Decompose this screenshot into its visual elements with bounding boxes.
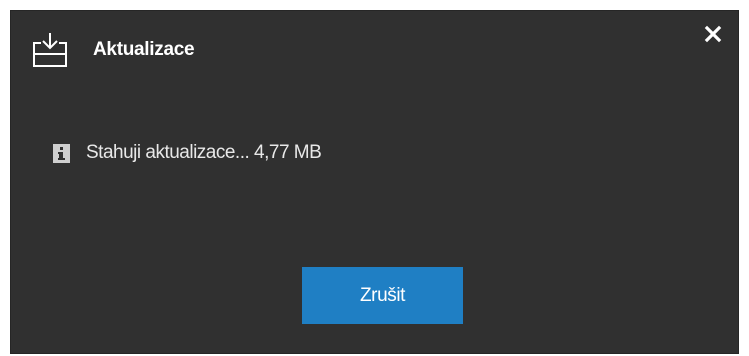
close-icon[interactable] bbox=[704, 25, 722, 43]
status-text: Stahuji aktualizace... 4,77 MB bbox=[86, 142, 322, 163]
update-dialog: Aktualizace Stahuji aktualizace... 4,77 … bbox=[10, 10, 739, 354]
download-icon bbox=[33, 33, 67, 67]
info-icon bbox=[53, 143, 70, 163]
cancel-button[interactable]: Zrušit bbox=[302, 267, 463, 324]
status-message: Stahuji aktualizace... 4,77 MB bbox=[53, 142, 322, 164]
dialog-title: Aktualizace bbox=[93, 39, 195, 60]
